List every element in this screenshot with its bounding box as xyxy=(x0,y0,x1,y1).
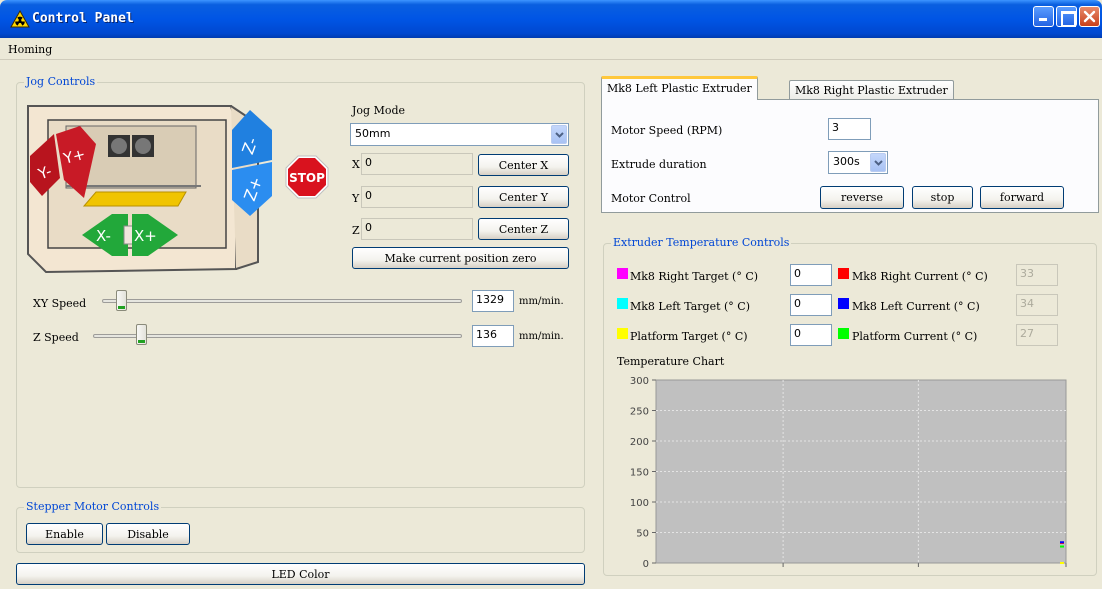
platform-target-label: Platform Target (° C) xyxy=(630,330,748,343)
stop-label: STOP xyxy=(289,171,325,185)
maximize-button[interactable] xyxy=(1056,6,1077,27)
mk8-right-current-label: Mk8 Right Current (° C) xyxy=(852,270,988,283)
reverse-button[interactable]: reverse xyxy=(820,186,904,209)
chart-ytick-label-150: 150 xyxy=(630,468,649,479)
y-position-field: 0 xyxy=(361,186,473,208)
z-speed-field[interactable]: 136 xyxy=(472,325,514,347)
menu-bar: Homing xyxy=(0,40,1102,60)
y-minus-button[interactable]: Y- xyxy=(30,134,60,196)
close-icon xyxy=(1083,10,1096,23)
z-axis-label: Z xyxy=(352,224,360,237)
stop-motor-button[interactable]: stop xyxy=(912,186,973,209)
build-plate xyxy=(82,191,187,207)
title-bar[interactable]: Control Panel xyxy=(0,0,1102,38)
xy-speed-field[interactable]: 1329 xyxy=(472,290,514,312)
tab-right-extruder[interactable]: Mk8 Right Plastic Extruder xyxy=(789,80,954,100)
extrude-duration-select[interactable]: 300s xyxy=(828,151,888,174)
jog-mode-value: 50mm xyxy=(355,127,391,140)
mk8-right-current-field: 33 xyxy=(1016,264,1058,286)
mk8-left-target-swatch xyxy=(617,298,628,309)
disable-button[interactable]: Disable xyxy=(106,523,190,545)
temperature-chart: 0 50 100 150 200 250 300 xyxy=(630,376,1067,570)
svg-text:X+: X+ xyxy=(134,227,157,245)
mk8-right-target-label: Mk8 Right Target (° C) xyxy=(630,270,759,283)
extrude-duration-label: Extrude duration xyxy=(611,158,707,171)
forward-button[interactable]: forward xyxy=(980,186,1064,209)
chart-ytick-label-250: 250 xyxy=(630,407,649,418)
stop-button[interactable]: STOP xyxy=(285,155,329,199)
tab-left-extruder[interactable]: Mk8 Left Plastic Extruder xyxy=(601,76,758,100)
z-speed-unit: mm/min. xyxy=(519,331,564,342)
stepper-motor-legend: Stepper Motor Controls xyxy=(24,500,162,513)
x-jog-pad: X- X+ xyxy=(82,214,178,256)
temperature-chart-title: Temperature Chart xyxy=(617,355,725,368)
center-z-button[interactable]: Center Z xyxy=(478,218,569,240)
z-plus-button[interactable]: Z+ xyxy=(232,162,272,216)
mk8-right-target-swatch xyxy=(617,268,628,279)
x-minus-button[interactable]: X- xyxy=(82,214,128,256)
chevron-down-icon xyxy=(551,125,567,144)
z-minus-button[interactable]: Z- xyxy=(232,110,272,168)
platform-target-field[interactable]: 0 xyxy=(790,324,832,346)
chart-ytick-label-0: 0 xyxy=(643,559,649,570)
chart-ytick-label-50: 50 xyxy=(636,529,649,540)
y-jog-pad: Y- Y+ xyxy=(30,126,96,198)
motor-speed-label: Motor Speed (RPM) xyxy=(611,124,723,137)
chart-ytick-label-300: 300 xyxy=(630,376,649,387)
z-speed-track xyxy=(93,334,462,338)
z-speed-slider[interactable] xyxy=(135,324,147,345)
led-color-button[interactable]: LED Color xyxy=(16,563,585,585)
window-title: Control Panel xyxy=(32,11,134,26)
temperature-controls-legend: Extruder Temperature Controls xyxy=(611,236,792,249)
x-plus-button[interactable]: X+ xyxy=(132,214,178,256)
y-plus-button[interactable]: Y+ xyxy=(56,126,96,198)
platform-target-swatch xyxy=(617,328,628,339)
mk8-left-current-swatch xyxy=(838,298,849,309)
xy-speed-unit: mm/min. xyxy=(519,296,564,307)
jog-mode-select[interactable]: 50mm xyxy=(350,123,569,146)
menu-homing[interactable]: Homing xyxy=(8,43,52,56)
jog-mode-label: Jog Mode xyxy=(352,104,406,117)
mk8-right-target-field[interactable]: 0 xyxy=(790,264,832,286)
xy-speed-label: XY Speed xyxy=(33,297,87,310)
enable-button[interactable]: Enable xyxy=(26,523,103,545)
x-position-field: 0 xyxy=(361,153,473,175)
motor-control-label: Motor Control xyxy=(611,192,691,205)
platform-current-field: 27 xyxy=(1016,324,1058,346)
z-jog-pad: Z- Z+ xyxy=(232,110,272,216)
jog-controls-legend: Jog Controls xyxy=(24,75,98,88)
xy-speed-slider[interactable] xyxy=(115,290,127,311)
chart-ytick-label-100: 100 xyxy=(630,498,649,509)
mk8-left-target-field[interactable]: 0 xyxy=(790,294,832,316)
mk8-left-current-field: 34 xyxy=(1016,294,1058,316)
z-speed-label: Z Speed xyxy=(33,331,79,344)
motor-speed-field[interactable]: 3 xyxy=(828,118,871,140)
mk8-left-target-label: Mk8 Left Target (° C) xyxy=(630,300,750,313)
radiation-warning-icon xyxy=(10,10,30,28)
make-position-zero-button[interactable]: Make current position zero xyxy=(352,247,569,269)
minimize-button[interactable] xyxy=(1033,6,1054,27)
x-axis-label: X xyxy=(352,158,360,171)
center-y-button[interactable]: Center Y xyxy=(478,186,569,208)
center-x-button[interactable]: Center X xyxy=(478,154,569,176)
svg-text:X-: X- xyxy=(96,227,111,245)
chart-ytick-label-200: 200 xyxy=(630,437,649,448)
z-position-field: 0 xyxy=(361,218,473,240)
platform-current-swatch xyxy=(838,328,849,339)
platform-current-label: Platform Current (° C) xyxy=(852,330,978,343)
mk8-right-current-swatch xyxy=(838,268,849,279)
xy-speed-track xyxy=(102,299,462,303)
close-button[interactable] xyxy=(1079,6,1100,27)
mk8-left-current-label: Mk8 Left Current (° C) xyxy=(852,300,980,313)
extrude-duration-value: 300s xyxy=(833,155,860,168)
chevron-down-icon xyxy=(870,153,886,172)
y-axis-label: Y xyxy=(352,192,360,205)
